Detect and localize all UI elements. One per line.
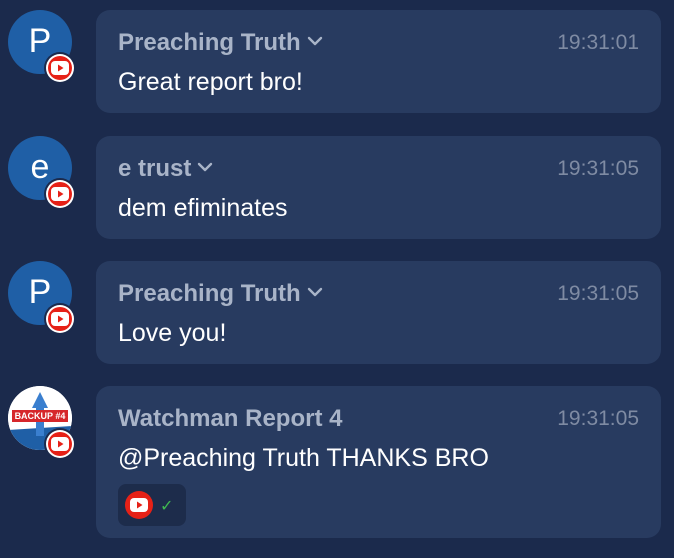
chevron-down-icon[interactable] xyxy=(197,162,213,172)
chat-message: P Preaching Truth 19:31:01 Great report … xyxy=(0,0,674,126)
youtube-icon xyxy=(125,491,153,519)
timestamp: 19:31:05 xyxy=(557,157,639,180)
message-text: dem efiminates xyxy=(118,194,288,222)
author-label: Preaching Truth xyxy=(118,29,301,56)
author-name[interactable]: Preaching Truth xyxy=(118,280,323,308)
chevron-down-icon[interactable] xyxy=(307,287,323,297)
chat-feed: P Preaching Truth 19:31:01 Great report … xyxy=(0,0,674,558)
message-bubble: Watchman Report 4 19:31:05 @Preaching Tr… xyxy=(96,386,661,538)
chevron-down-icon[interactable] xyxy=(307,36,323,46)
chat-message: P Preaching Truth 19:31:05 Love you! xyxy=(0,251,674,377)
message-text: @Preaching Truth THANKS BRO xyxy=(118,444,489,472)
message-text: Great report bro! xyxy=(118,68,303,96)
youtube-icon xyxy=(46,180,74,208)
youtube-icon xyxy=(46,430,74,458)
chat-message: e e trust 19:31:05 dem efiminates xyxy=(0,126,674,252)
timestamp: 19:31:01 xyxy=(557,31,639,54)
check-icon: ✓ xyxy=(160,498,174,515)
author-name[interactable]: e trust xyxy=(118,155,213,183)
author-label: Preaching Truth xyxy=(118,280,301,307)
author-label: e trust xyxy=(118,155,192,182)
timestamp: 19:31:05 xyxy=(557,407,639,430)
message-text: Love you! xyxy=(118,319,227,347)
timestamp: 19:31:05 xyxy=(557,282,639,305)
author-name[interactable]: Preaching Truth xyxy=(118,29,323,57)
chat-message: BACKUP #4 Watchman Report 4 19:31:05 @Pr… xyxy=(0,376,674,546)
backup-logo-text: BACKUP #4 xyxy=(15,411,66,421)
source-chip[interactable]: ✓ xyxy=(118,484,186,526)
author-label: Watchman Report 4 xyxy=(118,405,343,432)
message-bubble: e trust 19:31:05 dem efiminates xyxy=(96,136,661,239)
youtube-icon xyxy=(46,305,74,333)
youtube-icon xyxy=(46,54,74,82)
author-name[interactable]: Watchman Report 4 xyxy=(118,405,342,433)
message-bubble: Preaching Truth 19:31:05 Love you! xyxy=(96,261,661,364)
message-bubble: Preaching Truth 19:31:01 Great report br… xyxy=(96,10,661,113)
